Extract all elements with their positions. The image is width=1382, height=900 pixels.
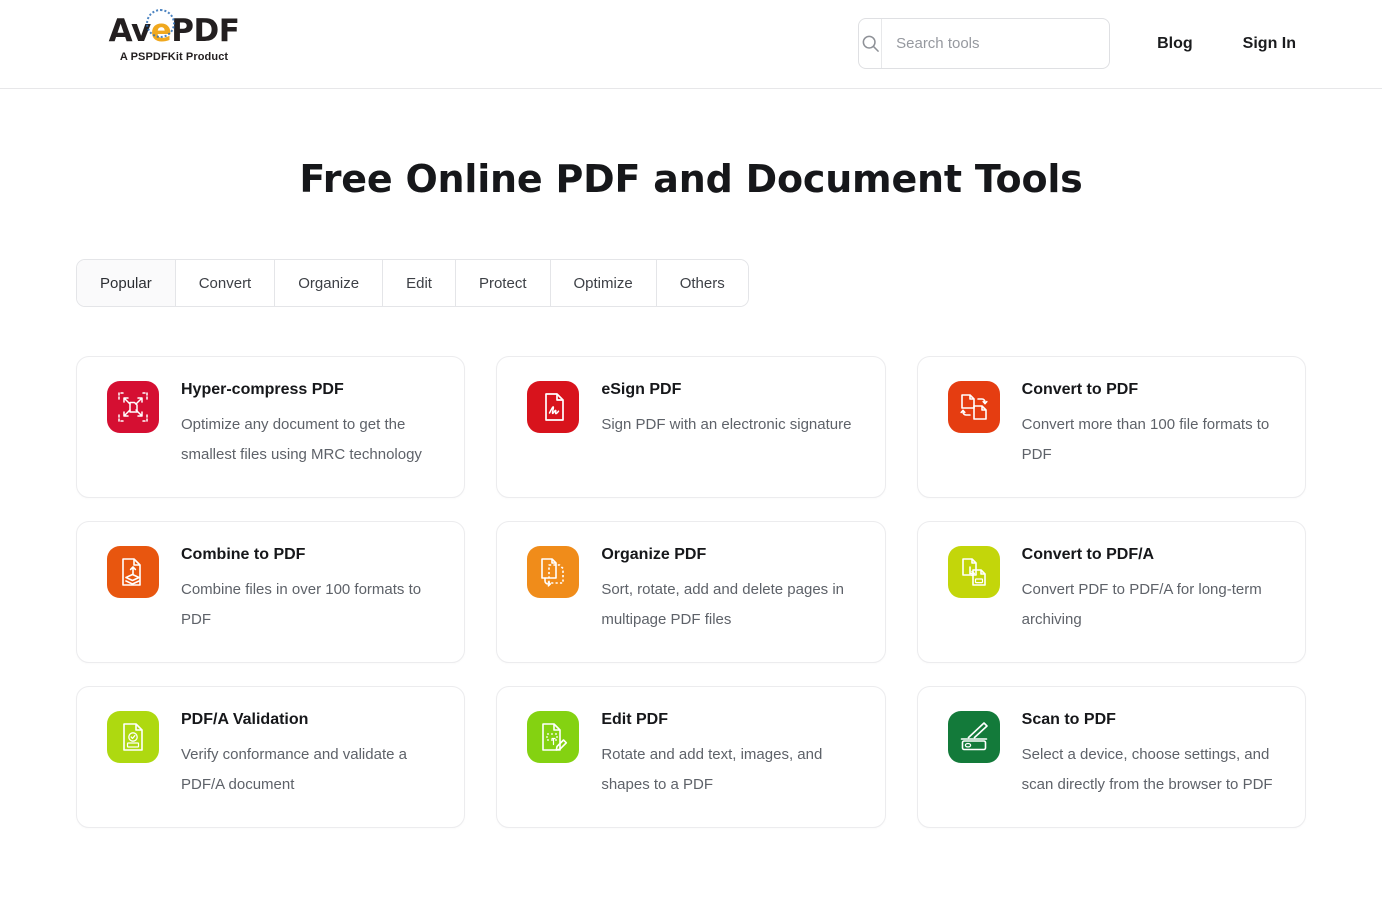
tab-optimize[interactable]: Optimize [551, 260, 657, 306]
tool-card-convert-to-pdfa[interactable]: Convert to PDF/A Convert PDF to PDF/A fo… [917, 521, 1306, 663]
tab-organize[interactable]: Organize [275, 260, 383, 306]
tool-description: Verify conformance and validate a PDF/A … [181, 740, 442, 800]
tool-title: Organize PDF [601, 545, 862, 564]
tool-description: Sign PDF with an electronic signature [601, 410, 851, 440]
pdfa-validation-icon [107, 711, 159, 763]
tool-description: Select a device, choose settings, and sc… [1022, 740, 1283, 800]
tab-edit[interactable]: Edit [383, 260, 456, 306]
page-title: Free Online PDF and Document Tools [0, 157, 1382, 201]
esign-icon [527, 381, 579, 433]
tab-protect[interactable]: Protect [456, 260, 551, 306]
tool-text: Hyper-compress PDF Optimize any document… [181, 379, 442, 470]
logo-accent-letter: e [151, 16, 172, 47]
tool-text: Scan to PDF Select a device, choose sett… [1022, 709, 1283, 800]
tool-title: Edit PDF [601, 710, 862, 729]
convert-to-pdfa-icon [948, 546, 1000, 598]
tool-text: eSign PDF Sign PDF with an electronic si… [601, 379, 851, 440]
tool-title: eSign PDF [601, 380, 851, 399]
combine-to-pdf-icon [107, 546, 159, 598]
site-logo[interactable]: AvePDF A PSPDFKit Product [74, 16, 274, 63]
search-box[interactable] [858, 18, 1110, 69]
tool-card-edit-pdf[interactable]: Edit PDF Rotate and add text, images, an… [496, 686, 885, 828]
tab-others[interactable]: Others [657, 260, 748, 306]
hyper-compress-icon [107, 381, 159, 433]
tool-card-organize-pdf[interactable]: Organize PDF Sort, rotate, add and delet… [496, 521, 885, 663]
tool-description: Sort, rotate, add and delete pages in mu… [601, 575, 862, 635]
tool-title: Convert to PDF [1022, 380, 1283, 399]
tool-description: Convert more than 100 file formats to PD… [1022, 410, 1283, 470]
tool-title: Combine to PDF [181, 545, 442, 564]
tool-description: Convert PDF to PDF/A for long-term archi… [1022, 575, 1283, 635]
tool-text: PDF/A Validation Verify conformance and … [181, 709, 442, 800]
tool-title: PDF/A Validation [181, 710, 442, 729]
tool-text: Convert to PDF Convert more than 100 fil… [1022, 379, 1283, 470]
tool-text: Combine to PDF Combine files in over 100… [181, 544, 442, 635]
tool-text: Organize PDF Sort, rotate, add and delet… [601, 544, 862, 635]
logo-text-before: Av [109, 13, 151, 49]
tool-category-tabs: Popular Convert Organize Edit Protect Op… [76, 259, 749, 307]
scan-to-pdf-icon [948, 711, 1000, 763]
tool-card-combine-to-pdf[interactable]: Combine to PDF Combine files in over 100… [76, 521, 465, 663]
site-header: AvePDF A PSPDFKit Product Blog Sign In [0, 0, 1382, 89]
tool-card-esign-pdf[interactable]: eSign PDF Sign PDF with an electronic si… [496, 356, 885, 498]
tab-popular[interactable]: Popular [77, 260, 176, 306]
logo-wordmark: AvePDF [109, 16, 240, 47]
tool-card-convert-to-pdf[interactable]: Convert to PDF Convert more than 100 fil… [917, 356, 1306, 498]
nav-link-sign-in[interactable]: Sign In [1243, 35, 1296, 53]
tool-description: Rotate and add text, images, and shapes … [601, 740, 862, 800]
nav-link-blog[interactable]: Blog [1157, 35, 1193, 53]
tool-description: Optimize any document to get the smalles… [181, 410, 442, 470]
header-right-group: Blog Sign In [858, 18, 1296, 69]
tool-title: Scan to PDF [1022, 710, 1283, 729]
search-icon[interactable] [859, 19, 882, 68]
tool-text: Convert to PDF/A Convert PDF to PDF/A fo… [1022, 544, 1283, 635]
organize-pdf-icon [527, 546, 579, 598]
logo-tagline: A PSPDFKit Product [74, 51, 274, 63]
tools-grid: Hyper-compress PDF Optimize any document… [0, 356, 1382, 828]
tool-card-pdfa-validation[interactable]: PDF/A Validation Verify conformance and … [76, 686, 465, 828]
logo-text-after: PDF [171, 13, 239, 49]
convert-to-pdf-icon [948, 381, 1000, 433]
search-input[interactable] [882, 19, 1109, 68]
tool-card-hyper-compress-pdf[interactable]: Hyper-compress PDF Optimize any document… [76, 356, 465, 498]
tool-card-scan-to-pdf[interactable]: Scan to PDF Select a device, choose sett… [917, 686, 1306, 828]
tool-description: Combine files in over 100 formats to PDF [181, 575, 442, 635]
tool-title: Convert to PDF/A [1022, 545, 1283, 564]
logo-accent-letter-text: e [151, 13, 172, 49]
tool-text: Edit PDF Rotate and add text, images, an… [601, 709, 862, 800]
tool-title: Hyper-compress PDF [181, 380, 442, 399]
edit-pdf-icon [527, 711, 579, 763]
tab-convert[interactable]: Convert [176, 260, 276, 306]
main-content: Free Online PDF and Document Tools Popul… [0, 157, 1382, 828]
